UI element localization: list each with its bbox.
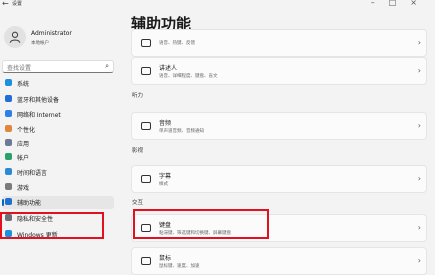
sidebar: Administrator 本地帐户 查找设置 ⌕ 系统蓝牙和其他设备 网络和 I… — [0, 10, 118, 271]
gamepad-icon — [5, 183, 12, 190]
chevron-right-icon: › — [417, 256, 421, 265]
globe-clock-icon — [5, 168, 12, 175]
narrator-speaker-icon — [141, 67, 151, 75]
search-input[interactable]: 查找设置 ⌕ — [2, 60, 114, 73]
search-placeholder: 查找设置 — [7, 65, 32, 72]
sidebar-item[interactable]: 应用 — [2, 137, 114, 150]
card-subtitle: 语音、热键、反馈 — [159, 41, 195, 46]
section-hearing-label: 听力 — [132, 93, 144, 99]
section-interaction-label: 交互 — [132, 200, 144, 206]
sidebar-item-label: 辅助功能 — [17, 200, 42, 207]
sidebar-item-label: 时间和语言 — [17, 170, 48, 177]
sidebar-item-label: 蓝牙和其他设备 — [17, 97, 60, 104]
sidebar-item[interactable]: 游戏 — [2, 181, 114, 194]
sidebar-item-label: 系统 — [17, 81, 30, 88]
apps-icon — [5, 139, 12, 146]
settings-card[interactable]: 字幕样式 › — [131, 165, 427, 193]
sidebar-item[interactable]: 时间和语言 — [2, 166, 114, 179]
card-subtitle: 语音、详细程度、键盘、盲文 — [159, 74, 218, 79]
sidebar-item[interactable]: 个性化 — [2, 123, 114, 136]
back-arrow-icon[interactable]: ← — [2, 0, 9, 8]
captions-icon — [141, 175, 151, 183]
mouse-icon — [141, 257, 151, 265]
sidebar-item-label: 帐户 — [17, 155, 30, 162]
section-captions-label: 影视 — [132, 148, 144, 154]
chevron-right-icon: › — [417, 174, 421, 183]
main-content: 辅助功能 听力 影视 交互 语音、热键、反馈 › 讲述人 语音、详细程度、键盘、盲文 ›… — [121, 10, 435, 275]
sidebar-item-label: 个性化 — [17, 127, 36, 134]
speaker-icon — [141, 122, 151, 130]
highlight-box-keyboard — [133, 209, 269, 239]
window-controls[interactable]: –□× — [371, 0, 431, 7]
title-bar: ← 设置 –□× — [0, 0, 435, 10]
sidebar-item-label: 游戏 — [17, 185, 30, 192]
sidebar-item[interactable]: 蓝牙和其他设备 — [2, 93, 114, 106]
card-subtitle: 鼠标键、速度、加速 — [159, 264, 200, 269]
chevron-right-icon: › — [417, 66, 421, 75]
sidebar-item[interactable]: 系统 — [2, 77, 114, 90]
app-title: 设置 — [12, 1, 23, 7]
chevron-right-icon: › — [417, 38, 421, 47]
person-icon — [9, 31, 21, 43]
user-name: Administrator — [31, 30, 72, 37]
monitor-icon — [5, 79, 12, 86]
card-title: 鼠标 — [159, 255, 172, 262]
narrator-icon — [141, 39, 151, 47]
search-icon: ⌕ — [105, 62, 109, 70]
settings-card[interactable]: 语音、热键、反馈 › — [131, 29, 427, 57]
card-subtitle: 单声道音频、音频通知 — [159, 129, 204, 134]
sidebar-item[interactable]: 帐户 — [2, 151, 114, 164]
sidebar-item-label: 应用 — [17, 141, 30, 148]
person-icon — [5, 153, 12, 160]
sidebar-item[interactable]: 网络和 Internet — [2, 108, 114, 121]
card-title: 字幕 — [159, 173, 172, 180]
highlight-box-nav — [0, 212, 104, 239]
sidebar-item[interactable]: 辅助功能 — [2, 196, 114, 209]
chevron-right-icon: › — [417, 223, 421, 232]
brush-icon — [5, 125, 12, 132]
card-title: 讲述人 — [159, 65, 178, 72]
settings-card[interactable]: 音频单声道音频、音频通知 › — [131, 112, 427, 140]
accessibility-icon — [5, 198, 12, 205]
account-type: 本地帐户 — [31, 41, 49, 46]
bluetooth-icon — [5, 95, 12, 102]
card-subtitle: 样式 — [159, 182, 168, 187]
chevron-right-icon: › — [417, 121, 421, 130]
settings-card[interactable]: 讲述人语音、详细程度、键盘、盲文 › — [131, 57, 427, 85]
wifi-icon — [5, 110, 12, 117]
card-title: 音频 — [159, 120, 172, 127]
sidebar-item-label: 网络和 Internet — [17, 112, 61, 119]
avatar[interactable] — [4, 26, 26, 48]
